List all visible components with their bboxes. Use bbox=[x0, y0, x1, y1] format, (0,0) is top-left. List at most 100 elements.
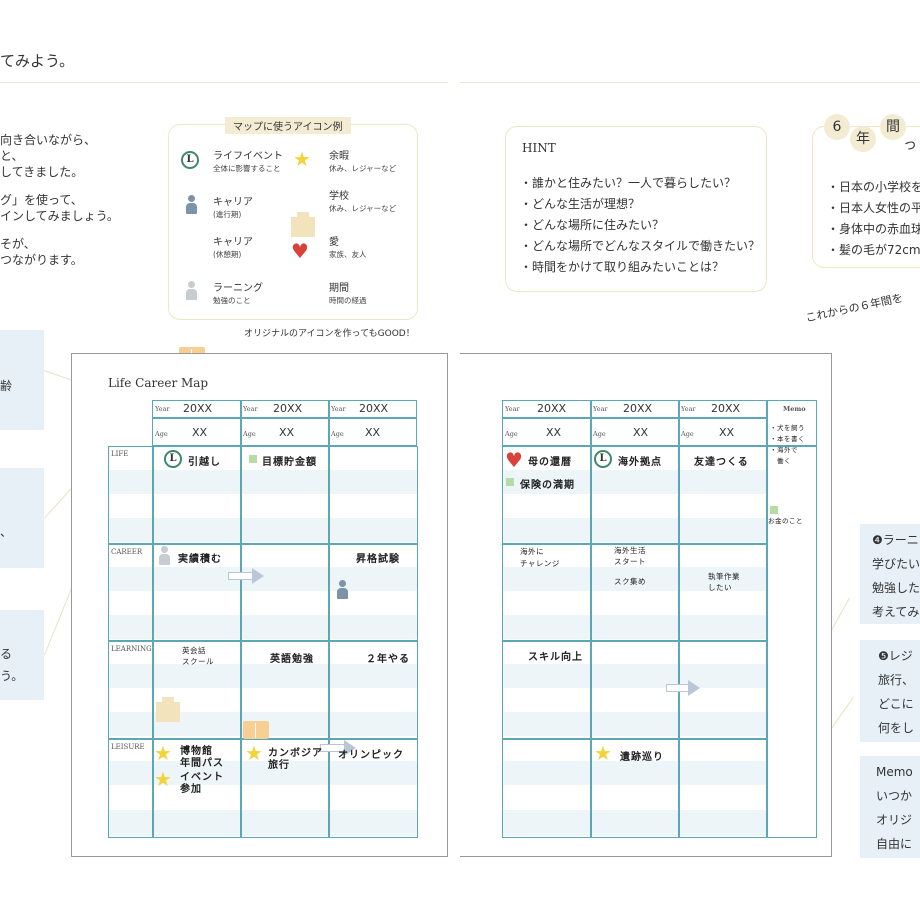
map-entry: 昇格試験 bbox=[356, 554, 400, 565]
age-value: XX bbox=[365, 426, 381, 439]
legend-sub: 全体に影響すること bbox=[213, 164, 281, 173]
map-entry: 執筆作業 bbox=[708, 572, 740, 581]
hint-item: ・どんな場所でどんなスタイルで働きたい？ bbox=[520, 239, 761, 253]
age-label: Age bbox=[593, 430, 606, 438]
memo-money: お金のこと bbox=[768, 517, 803, 525]
left-side-box-2: 、 bbox=[0, 468, 44, 568]
intro-text: 向き合いながら、 と、 してきました。 グ」を使って、 インしてみましょう。 そ… bbox=[0, 132, 119, 268]
year-label: Year bbox=[331, 405, 346, 413]
six-years-item: ・日本の小学校を bbox=[827, 180, 920, 194]
side-box-text: Memo bbox=[876, 765, 913, 779]
section-label-career: CAREER bbox=[111, 548, 143, 556]
side-box-text: いつか bbox=[876, 789, 913, 803]
section-label-leisure: LEISURE bbox=[111, 743, 145, 751]
grid-line bbox=[152, 417, 417, 419]
age-value: XX bbox=[546, 426, 562, 439]
legend-label: 学校 bbox=[329, 191, 349, 202]
year-value: 20XX bbox=[273, 402, 303, 415]
year-label: Year bbox=[243, 405, 258, 413]
side-box-text: 勉強した bbox=[872, 581, 920, 595]
school-icon bbox=[291, 212, 315, 237]
legend-item-learning: ラーニング 勉強のこと bbox=[213, 283, 263, 307]
right-side-box-leisure: ❺レジ 旅行、 どこに 何をし bbox=[860, 640, 920, 742]
star-icon: ★ bbox=[154, 767, 172, 791]
book-icon bbox=[243, 721, 269, 739]
map-entry: スクール bbox=[182, 657, 214, 666]
map-entry: 友達つくる bbox=[694, 457, 749, 468]
year-value: 20XX bbox=[537, 402, 567, 415]
hint-item: ・時間をかけて取り組みたいことは？ bbox=[520, 260, 725, 274]
map-entry: 母の還暦 bbox=[528, 457, 572, 468]
map-entry: 実績積む bbox=[178, 554, 222, 565]
legend-sub: 休み、レジャーなど bbox=[329, 204, 397, 213]
star-icon: ★ bbox=[594, 741, 612, 765]
map-entry: 遺跡巡り bbox=[620, 752, 664, 763]
person-dark-icon bbox=[185, 195, 197, 215]
year-label: Year bbox=[155, 405, 170, 413]
legend-item-love: 愛家族、友人 bbox=[329, 237, 367, 261]
grid-line bbox=[328, 446, 330, 838]
person-light-icon bbox=[185, 281, 197, 301]
left-side-box-1: 齢 bbox=[0, 330, 44, 430]
life-event-icon: L bbox=[164, 450, 182, 468]
side-box-text: ❺レジ bbox=[878, 649, 913, 663]
memo-line: ・犬を飼う bbox=[770, 424, 805, 432]
header-divider-left bbox=[0, 82, 448, 83]
side-box-text: オリジ bbox=[876, 813, 913, 827]
legend-label: ラーニング bbox=[213, 283, 263, 294]
year-label: Year bbox=[593, 405, 608, 413]
map-entry: 海外拠点 bbox=[618, 457, 662, 468]
legend-sub: 休み、レジャーなど bbox=[329, 164, 397, 173]
map-entry: ２年やる bbox=[366, 654, 410, 665]
memo-line: ・本を書く bbox=[770, 435, 805, 443]
heart-icon: ♥ bbox=[505, 448, 523, 472]
six-years-list: ・日本の小学校を ・日本人女性の平 ・身体中の赤血球 ・髪の毛が72cm bbox=[827, 177, 920, 261]
legend-label: 余暇 bbox=[329, 151, 349, 162]
intro-line: と、 bbox=[0, 149, 24, 163]
year-value: 20XX bbox=[711, 402, 741, 415]
hint-item: ・どんな場所に住みたい？ bbox=[520, 218, 665, 232]
intro-line: そが、 bbox=[0, 237, 36, 251]
intro-line: してきました。 bbox=[0, 165, 84, 179]
star-icon: ★ bbox=[293, 147, 311, 171]
grid-line bbox=[678, 446, 680, 838]
map-entry: チャレンジ bbox=[520, 559, 560, 568]
legend-note: オリジナルのアイコンを作ってもGOOD！ bbox=[244, 329, 415, 339]
legend-item-career-active: キャリア (進行期) bbox=[213, 197, 253, 221]
year-value: 20XX bbox=[623, 402, 653, 415]
intro-line: つながります。 bbox=[0, 253, 83, 267]
grid-line bbox=[108, 640, 418, 642]
map-entry: 旅行 bbox=[268, 760, 290, 771]
hint-item: ・どんな生活が理想？ bbox=[520, 197, 641, 211]
age-value: XX bbox=[633, 426, 649, 439]
side-box-text: どこに bbox=[878, 697, 914, 711]
map-entry: 英会話 bbox=[182, 646, 206, 655]
age-value: XX bbox=[192, 426, 208, 439]
legend-label: 愛 bbox=[329, 237, 339, 248]
grid-line bbox=[590, 400, 592, 446]
grid-line bbox=[240, 400, 242, 446]
map-title: Life Career Map bbox=[108, 376, 209, 390]
intro-line: インしてみましょう。 bbox=[0, 209, 119, 223]
side-box-text: う。 bbox=[0, 669, 24, 683]
legend-item-career-rest: キャリア (休憩期) bbox=[213, 237, 253, 261]
map-entry: 海外生活 bbox=[614, 546, 646, 555]
map-entry: オリンピック bbox=[338, 750, 404, 761]
person-light-icon bbox=[158, 546, 170, 566]
map-entry: 引越し bbox=[188, 457, 221, 468]
six-years-item: ・身体中の赤血球 bbox=[827, 222, 920, 236]
year-value: 20XX bbox=[359, 402, 389, 415]
school-icon bbox=[156, 697, 180, 722]
grid-line bbox=[502, 738, 767, 740]
period-arrow-icon bbox=[666, 680, 702, 696]
map-entry: 年間パス bbox=[180, 758, 224, 769]
money-square-icon bbox=[770, 506, 778, 514]
page-header-title: てみよう。 bbox=[0, 52, 75, 70]
six-years-item: ・髪の毛が72cm bbox=[827, 243, 920, 257]
map-entry: 海外に bbox=[520, 547, 544, 556]
hint-title: HINT bbox=[522, 141, 556, 155]
intro-line: グ」を使って、 bbox=[0, 193, 83, 207]
age-label: Age bbox=[505, 430, 518, 438]
icon-legend-box: マップに使うアイコン例 L ライフイベント 全体に影響すること ★ 余暇 休み、レジ… bbox=[168, 117, 418, 382]
grid-line bbox=[502, 640, 767, 642]
